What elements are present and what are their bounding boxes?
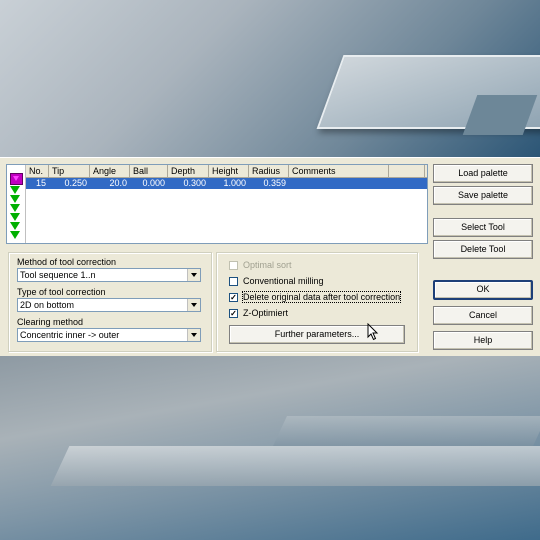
column-header-radius[interactable]: Radius [249,165,289,177]
column-header-ball[interactable]: Ball [130,165,168,177]
ok-button[interactable]: OK [433,280,533,300]
delete-original-checkbox[interactable]: ✓ [229,293,238,302]
cell-tip: 0.250 [64,178,87,188]
column-header-height[interactable]: Height [209,165,249,177]
optimal-sort-label: Optimal sort [243,260,292,270]
select-tool-button[interactable]: Select Tool [433,218,533,237]
background-photo-top [0,0,540,157]
cell-ball: 0.000 [142,178,165,188]
clearing-label: Clearing method [17,317,84,327]
column-header-tip[interactable]: Tip [49,165,90,177]
column-header-no[interactable]: No. [26,165,49,177]
optimal-sort-checkbox[interactable] [229,261,238,270]
palette-green-marker-icon[interactable] [10,231,20,239]
tool-table[interactable]: No. Tip Angle Ball Depth Height Radius C… [6,164,428,244]
column-header-angle[interactable]: Angle [90,165,130,177]
chevron-down-icon[interactable] [187,329,200,341]
cell-depth: 0.300 [183,178,206,188]
cell-no: 15 [35,178,46,188]
chevron-down-icon[interactable] [187,269,200,281]
chevron-down-icon[interactable] [187,299,200,311]
help-button[interactable]: Help [433,331,533,350]
background-notch [462,95,538,135]
conventional-milling-label: Conventional milling [243,276,324,286]
column-header-comments[interactable]: Comments [289,165,389,177]
column-header-extra[interactable] [389,165,425,177]
delete-tool-button[interactable]: Delete Tool [433,240,533,259]
clearing-select[interactable]: Concentric inner -> outer [17,328,201,342]
palette-green-marker-icon[interactable] [10,222,20,230]
palette-green-marker-icon[interactable] [10,195,20,203]
tool-correction-group: Method of tool correction Tool sequence … [8,252,212,352]
type-label: Type of tool correction [17,287,106,297]
palette-green-marker-icon[interactable] [10,213,20,221]
background-photo-bottom [0,356,540,540]
palette-green-marker-icon[interactable] [10,204,20,212]
z-optimiert-checkbox[interactable]: ✓ [229,309,238,318]
cell-angle: 20.0 [109,178,127,188]
palette-green-marker-icon[interactable] [10,186,20,194]
mouse-pointer-icon [367,323,379,341]
save-palette-button[interactable]: Save palette [433,186,533,205]
table-row[interactable]: 15 0.250 20.0 0.000 0.300 1.000 0.359 [26,178,427,189]
type-select-value: 2D on bottom [20,300,75,310]
conventional-milling-checkbox[interactable] [229,277,238,286]
method-select[interactable]: Tool sequence 1..n [17,268,201,282]
cell-radius: 0.359 [263,178,286,188]
palette-color-strip [7,165,26,243]
palette-magenta-marker-icon[interactable] [10,173,23,185]
cell-height: 1.000 [223,178,246,188]
tool-correction-dialog: No. Tip Angle Ball Depth Height Radius C… [0,157,540,357]
type-select[interactable]: 2D on bottom [17,298,201,312]
table-header: No. Tip Angle Ball Depth Height Radius C… [26,165,427,178]
z-optimiert-label: Z-Optimiert [243,308,288,318]
options-group: Optimal sort Conventional milling ✓ Dele… [216,252,418,352]
background-ridge [50,446,540,486]
method-label: Method of tool correction [17,257,117,267]
column-header-depth[interactable]: Depth [168,165,209,177]
load-palette-button[interactable]: Load palette [433,164,533,183]
method-select-value: Tool sequence 1..n [20,270,96,280]
clearing-select-value: Concentric inner -> outer [20,330,120,340]
background-ridge [273,416,540,446]
cell-comments [289,178,389,189]
cancel-button[interactable]: Cancel [433,306,533,325]
delete-original-label: Delete original data after tool correcti… [241,291,402,303]
